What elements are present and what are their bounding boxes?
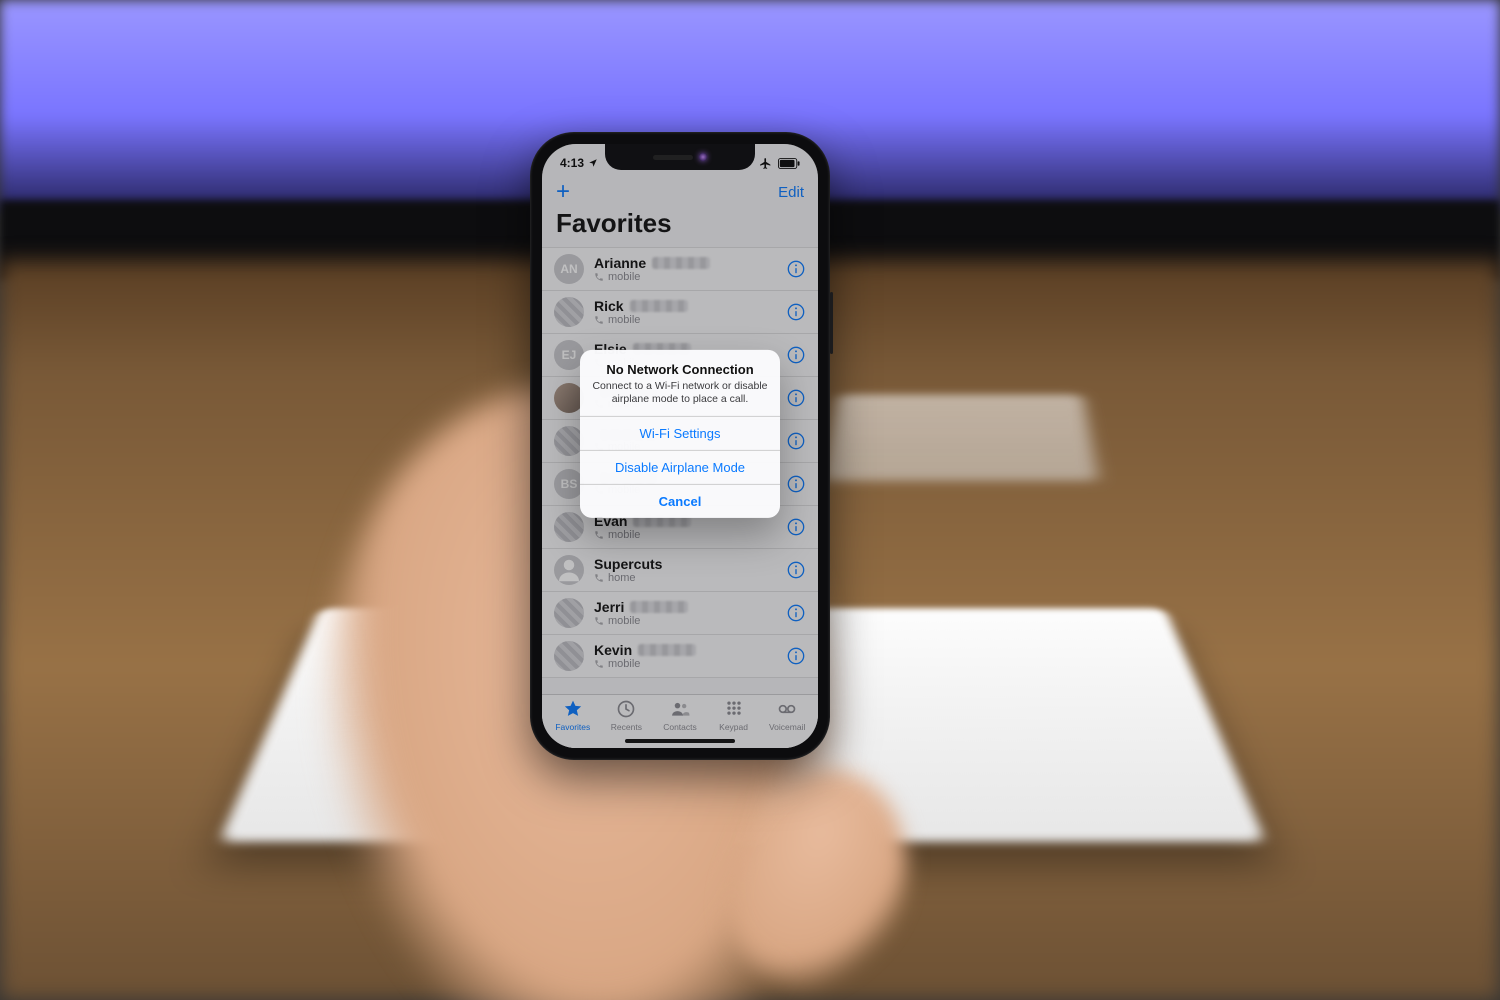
cancel-button[interactable]: Cancel [580,484,780,518]
alert-message: Connect to a Wi-Fi network or disable ai… [592,380,768,406]
phone-screen: 4:13 + Edit Favorites ANAriannemobileRic… [542,144,818,748]
disable-airplane-mode-button[interactable]: Disable Airplane Mode [580,450,780,484]
iphone-device: 4:13 + Edit Favorites ANAriannemobileRic… [530,132,830,760]
wifi-settings-button[interactable]: Wi-Fi Settings [580,416,780,450]
no-network-alert: No Network Connection Connect to a Wi-Fi… [580,350,780,518]
alert-title: No Network Connection [592,362,768,377]
